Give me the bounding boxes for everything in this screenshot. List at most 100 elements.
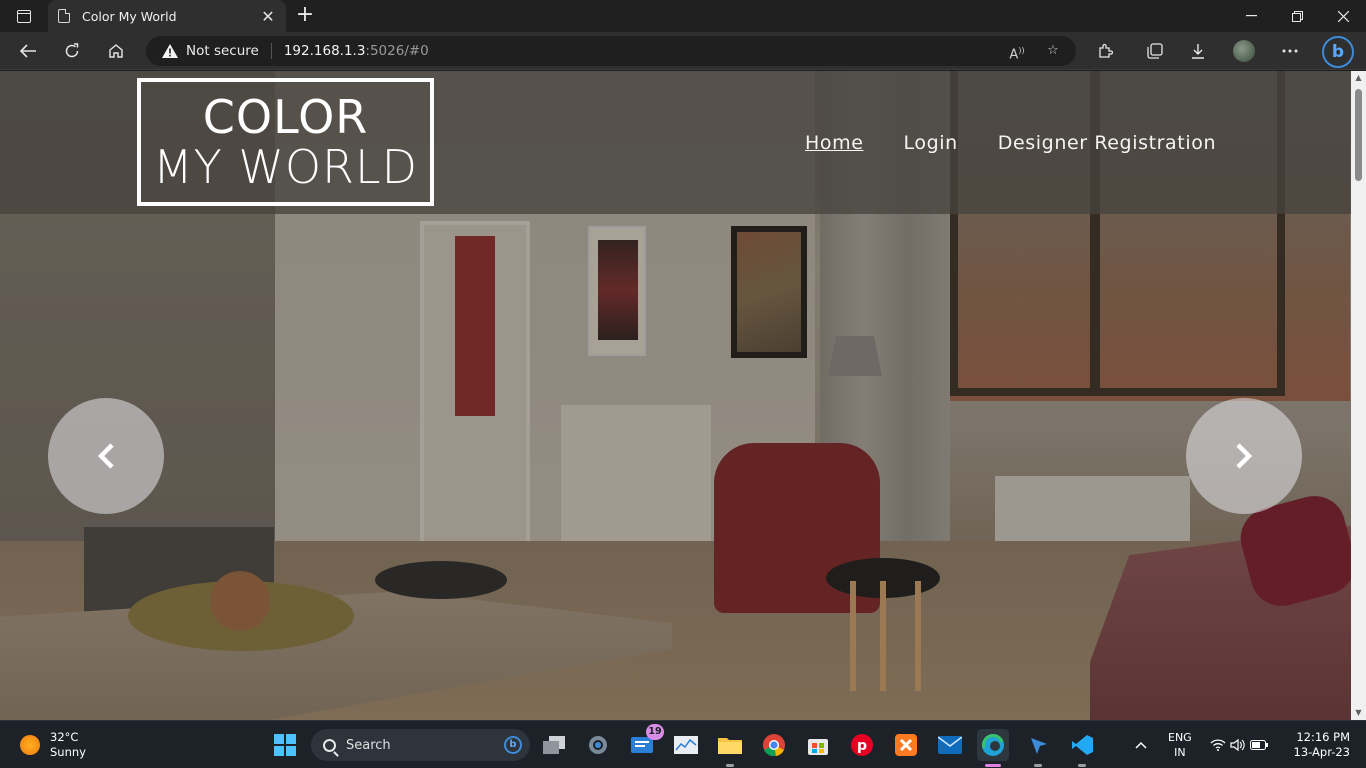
bing-chat-button[interactable]: b: [1322, 36, 1354, 68]
favorite-star-icon[interactable]: ☆: [1044, 42, 1062, 60]
security-label[interactable]: Not secure: [186, 43, 259, 59]
profile-avatar[interactable]: [1233, 40, 1255, 62]
weather-condition: Sunny: [50, 745, 86, 759]
bing-icon: b: [1331, 42, 1345, 62]
nav-designer-registration-link[interactable]: Designer Registration: [998, 132, 1216, 154]
url-rest[interactable]: :5026/#0: [365, 43, 428, 59]
pinterest-app[interactable]: p: [846, 729, 878, 761]
minimize-icon: [1245, 15, 1257, 17]
nav-login-link[interactable]: Login: [904, 132, 958, 154]
close-window-button[interactable]: [1320, 0, 1366, 32]
url-host[interactable]: 192.168.1.3: [284, 43, 366, 59]
back-button[interactable]: [14, 37, 42, 65]
vscode-icon: [1072, 735, 1093, 755]
site-logo[interactable]: COLOR MY WORLD: [137, 78, 434, 206]
site-header: COLOR MY WORLD Home Login Designer Regis…: [0, 71, 1351, 214]
arrow-tool-icon: [1031, 738, 1047, 754]
edge-icon: [982, 734, 1004, 756]
tool-app[interactable]: [1022, 729, 1054, 767]
mail-icon: [938, 736, 962, 754]
start-button[interactable]: [269, 729, 301, 761]
restore-icon: [1291, 10, 1303, 22]
page-icon: [58, 9, 70, 23]
battery-icon: [1250, 740, 1268, 750]
chrome-icon: [763, 734, 785, 756]
nav-home-link[interactable]: Home: [805, 132, 864, 154]
refresh-icon: [65, 43, 79, 58]
more-dots-icon: [1282, 49, 1298, 53]
refresh-button[interactable]: [58, 37, 86, 65]
sun-icon: [20, 735, 40, 755]
weather-widget[interactable]: 32°C Sunny: [20, 730, 86, 760]
minimize-button[interactable]: [1228, 0, 1274, 32]
settings-more-button[interactable]: [1276, 37, 1304, 65]
back-arrow-icon: [20, 44, 36, 58]
xampp-app[interactable]: [890, 729, 922, 761]
task-view-button[interactable]: [538, 729, 570, 761]
news-app[interactable]: 19: [626, 724, 664, 761]
weather-temperature: 32°C: [50, 730, 79, 744]
read-aloud-icon[interactable]: A)): [1008, 42, 1026, 62]
task-view-icon: [543, 736, 565, 754]
windows-logo-icon: [274, 734, 296, 756]
carousel-next-button[interactable]: [1186, 398, 1302, 514]
vertical-scrollbar[interactable]: ▲ ▼: [1351, 71, 1366, 720]
clock-date: 13-Apr-23: [1293, 745, 1350, 759]
settings-app[interactable]: [582, 729, 614, 761]
warning-icon[interactable]: [162, 44, 178, 58]
address-separator: [270, 43, 272, 59]
chrome-app[interactable]: [758, 729, 790, 761]
notification-badge: 19: [646, 724, 664, 740]
system-tray-quick-settings[interactable]: [1206, 729, 1272, 761]
browser-tab-bar: Color My World ✕ +: [0, 0, 1366, 32]
browser-toolbar: Not secure 192.168.1.3:5026/#0 A)) ☆ b: [0, 32, 1366, 70]
chevron-left-icon: [97, 443, 114, 469]
address-bar[interactable]: Not secure 192.168.1.3:5026/#0 A)) ☆: [146, 36, 1076, 66]
tab-actions-button[interactable]: [10, 6, 38, 26]
puzzle-icon: [1099, 43, 1113, 58]
restore-button[interactable]: [1274, 0, 1320, 32]
extensions-button[interactable]: [1091, 37, 1119, 65]
logo-line-2: MY WORLD: [152, 140, 419, 194]
logo-line-1: COLOR: [202, 90, 369, 144]
scroll-up-arrow-icon[interactable]: ▲: [1351, 71, 1366, 85]
bing-search-icon: b: [504, 736, 522, 754]
tab-close-button[interactable]: ✕: [260, 7, 276, 26]
downloads-button[interactable]: [1184, 37, 1212, 65]
close-icon: [1337, 10, 1349, 22]
folder-icon: [718, 738, 742, 754]
pinterest-icon: p: [851, 734, 873, 756]
browser-tab[interactable]: Color My World ✕: [48, 0, 286, 32]
store-app[interactable]: [802, 729, 834, 761]
carousel-prev-button[interactable]: [48, 398, 164, 514]
file-explorer-app[interactable]: [714, 729, 746, 767]
scroll-down-arrow-icon[interactable]: ▼: [1351, 706, 1366, 720]
wifi-icon: [1210, 739, 1226, 751]
store-bag-icon: [808, 739, 828, 755]
input-language[interactable]: ENG IN: [1168, 730, 1192, 760]
vscode-app[interactable]: [1066, 729, 1098, 767]
windows-taskbar: 32°C Sunny Search b 19 p ENG IN 12:16 PM…: [0, 720, 1366, 768]
main-nav: Home Login Designer Registration: [805, 132, 1216, 154]
page-viewport: COLOR MY WORLD Home Login Designer Regis…: [0, 71, 1351, 720]
scrollbar-thumb[interactable]: [1355, 89, 1362, 181]
search-icon: [323, 738, 336, 752]
home-button[interactable]: [102, 37, 130, 65]
svg-text:p: p: [857, 738, 867, 754]
volume-icon: [1230, 739, 1245, 751]
edge-app[interactable]: [977, 729, 1009, 767]
collections-icon: [1147, 43, 1163, 59]
collections-button[interactable]: [1141, 37, 1169, 65]
download-icon: [1192, 44, 1204, 59]
gear-icon: [589, 736, 607, 754]
mail-app[interactable]: [934, 729, 966, 761]
lang-code: ENG: [1168, 731, 1192, 744]
show-hidden-icons-button[interactable]: [1128, 729, 1154, 761]
system-clock[interactable]: 12:16 PM 13-Apr-23: [1290, 730, 1350, 760]
new-tab-button[interactable]: +: [294, 4, 316, 26]
chart-app-icon: [674, 736, 698, 754]
home-icon: [109, 44, 123, 58]
taskbar-search[interactable]: Search b: [311, 729, 530, 761]
stock-app[interactable]: [670, 729, 702, 761]
search-placeholder: Search: [346, 737, 391, 753]
